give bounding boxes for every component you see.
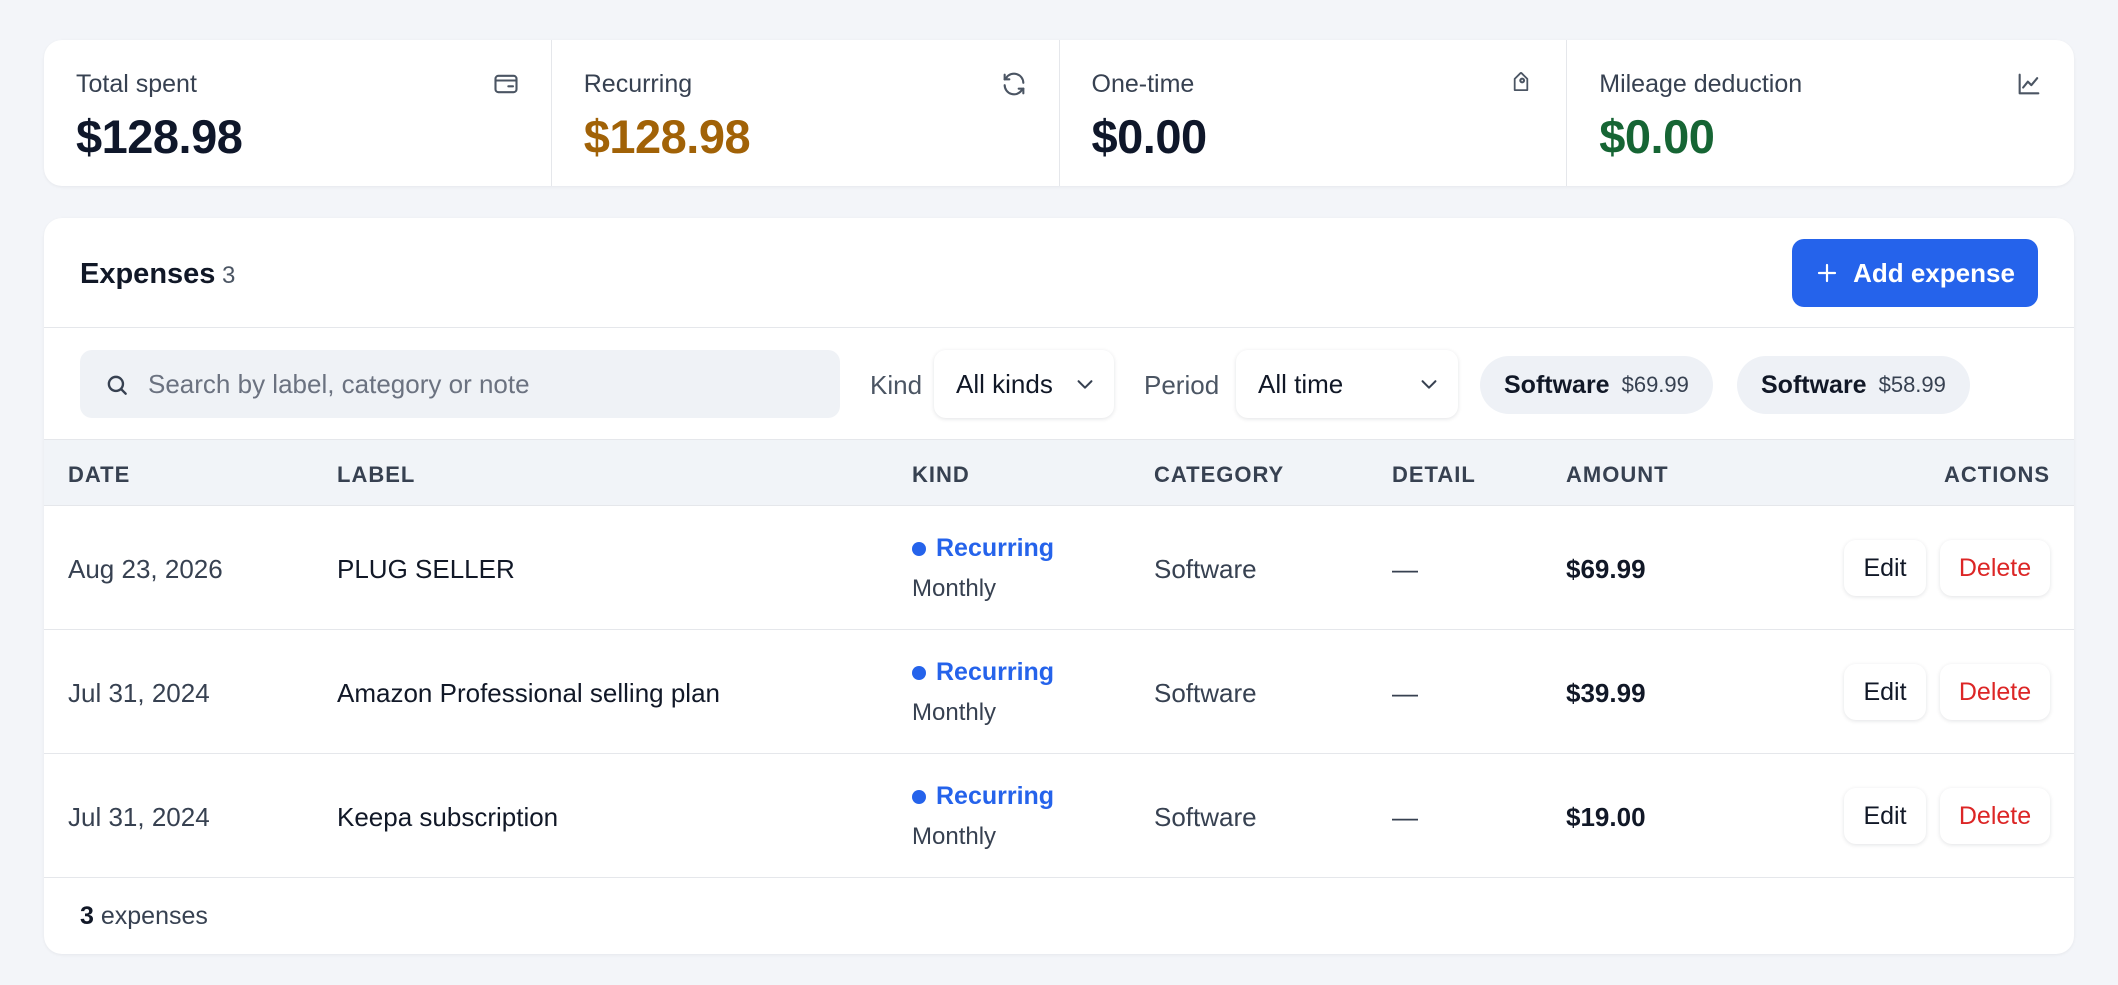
- kind-frequency: Monthly: [912, 823, 997, 850]
- row-amount: $19.00: [1566, 802, 1646, 832]
- row-category: Software: [1154, 554, 1257, 584]
- row-date: Aug 23, 2026: [68, 554, 223, 584]
- recurring-dot-icon: [912, 665, 926, 680]
- expenses-header: Expenses 3 Add expense: [44, 218, 2074, 328]
- chip-name: Software: [1504, 370, 1610, 399]
- table-row: Aug 23, 2026 PLUG SELLER Recurring Month…: [44, 506, 2074, 630]
- period-filter-label: Period: [1144, 370, 1220, 400]
- add-expense-button[interactable]: Add expense: [1792, 239, 2038, 307]
- kind-select[interactable]: All kinds: [934, 350, 1114, 418]
- edit-button[interactable]: Edit: [1844, 540, 1926, 596]
- col-category[interactable]: CATEGORY: [1154, 464, 1284, 486]
- stat-label: Recurring: [583, 70, 693, 98]
- tag-icon: [1507, 70, 1535, 98]
- chart-line-icon: [2015, 70, 2043, 98]
- search-box[interactable]: [80, 350, 840, 418]
- stat-recurring: Recurring $128.98: [552, 40, 1060, 186]
- recurring-dot-icon: [912, 541, 926, 556]
- delete-button[interactable]: Delete: [1940, 664, 2050, 720]
- edit-button[interactable]: Edit: [1844, 664, 1926, 720]
- filters-bar: Kind All kinds Period All time Software …: [44, 328, 2074, 440]
- stat-value: $128.98: [583, 110, 751, 163]
- kind-badge: Recurring: [936, 534, 1055, 562]
- col-amount[interactable]: AMOUNT: [1566, 464, 1669, 486]
- col-actions: ACTIONS: [1944, 462, 2050, 487]
- row-kind: Recurring Monthly: [912, 660, 1054, 725]
- chip-name: Software: [1761, 370, 1867, 399]
- search-input[interactable]: [148, 350, 828, 418]
- footer-count: 3: [80, 902, 94, 930]
- footer-text: expenses: [100, 902, 208, 930]
- kind-badge: Recurring: [936, 658, 1055, 686]
- row-amount: $69.99: [1566, 554, 1646, 584]
- col-label[interactable]: LABEL: [337, 464, 415, 486]
- row-date: Jul 31, 2024: [68, 802, 210, 832]
- row-label: PLUG SELLER: [337, 554, 515, 584]
- stats-summary: Total spent $128.98 Recurring $128.98 On…: [44, 40, 2074, 186]
- table-row: Jul 31, 2024 Amazon Professional selling…: [44, 630, 2074, 754]
- expenses-title: Expenses: [80, 258, 216, 290]
- table-header: DATE LABEL KIND CATEGORY DETAIL AMOUNT A…: [44, 440, 2074, 506]
- period-select-value: All time: [1258, 369, 1344, 399]
- row-date: Jul 31, 2024: [68, 678, 210, 708]
- period-select[interactable]: All time: [1236, 350, 1458, 418]
- stat-mileage-deduction: Mileage deduction $0.00: [1567, 40, 2074, 186]
- expenses-count: 3: [222, 262, 236, 289]
- row-detail: —: [1392, 678, 1418, 708]
- row-label: Keepa subscription: [337, 802, 559, 832]
- table-row: Jul 31, 2024 Keepa subscription Recurrin…: [44, 754, 2074, 878]
- kind-frequency: Monthly: [912, 699, 997, 726]
- table-footer: 3 expenses: [80, 904, 208, 929]
- col-detail[interactable]: DETAIL: [1392, 464, 1476, 486]
- delete-button[interactable]: Delete: [1940, 540, 2050, 596]
- row-detail: —: [1392, 802, 1418, 832]
- kind-badge: Recurring: [936, 782, 1055, 810]
- kind-select-value: All kinds: [956, 369, 1053, 399]
- row-category: Software: [1154, 802, 1257, 832]
- refresh-icon: [1000, 70, 1028, 98]
- row-amount: $39.99: [1566, 678, 1646, 708]
- kind-filter-label: Kind: [870, 370, 923, 400]
- stat-value: $0.00: [1599, 110, 1715, 163]
- stat-one-time: One-time $0.00: [1060, 40, 1568, 186]
- delete-button[interactable]: Delete: [1940, 788, 2050, 844]
- stat-value: $128.98: [76, 110, 243, 163]
- category-chip[interactable]: Software $69.99: [1480, 356, 1713, 414]
- col-kind[interactable]: KIND: [912, 464, 970, 486]
- row-kind: Recurring Monthly: [912, 784, 1054, 849]
- kind-frequency: Monthly: [912, 575, 997, 602]
- stat-label: Total spent: [76, 70, 197, 98]
- chip-amount: $69.99: [1621, 372, 1689, 397]
- plus-icon: [1815, 261, 1839, 285]
- stat-label: Mileage deduction: [1599, 70, 1803, 98]
- col-date[interactable]: DATE: [68, 464, 130, 486]
- add-expense-label: Add expense: [1853, 257, 2015, 288]
- wallet-icon: [492, 70, 520, 98]
- category-chip[interactable]: Software $58.99: [1737, 356, 1970, 414]
- row-label: Amazon Professional selling plan: [337, 678, 720, 708]
- row-category: Software: [1154, 678, 1257, 708]
- chip-amount: $58.99: [1878, 372, 1946, 397]
- edit-button[interactable]: Edit: [1844, 788, 1926, 844]
- stat-total-spent: Total spent $128.98: [44, 40, 552, 186]
- stat-label: One-time: [1091, 70, 1195, 98]
- stat-value: $0.00: [1091, 110, 1208, 163]
- row-kind: Recurring Monthly: [912, 536, 1054, 601]
- recurring-dot-icon: [912, 789, 926, 804]
- row-detail: —: [1392, 554, 1418, 584]
- expenses-panel: Expenses 3 Add expense Kind All kinds Pe…: [44, 218, 2074, 954]
